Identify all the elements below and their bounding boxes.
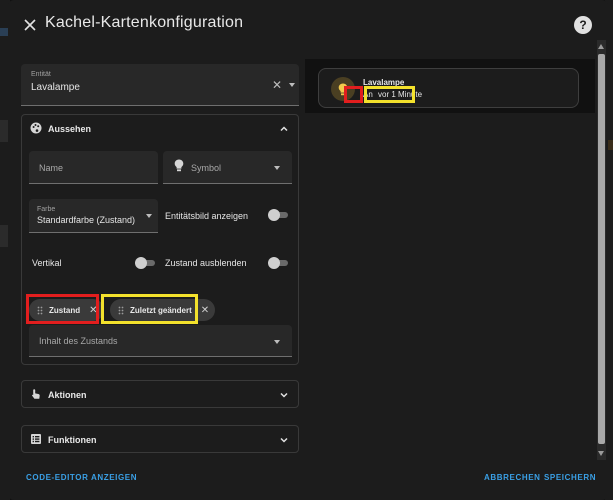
- name-field[interactable]: Name: [29, 151, 158, 184]
- appearance-panel-header[interactable]: Aussehen: [22, 115, 298, 143]
- list-box-icon: [31, 434, 41, 444]
- red-highlight-frame: [344, 86, 363, 103]
- appearance-panel: Aussehen Name Symbol Farbe Standardfarbe…: [21, 114, 299, 365]
- entity-value: Lavalampe: [31, 82, 80, 93]
- close-button[interactable]: [18, 13, 42, 37]
- scroll-up-arrow[interactable]: [598, 44, 604, 49]
- chevron-down-icon: [280, 437, 288, 443]
- scrollbar-thumb[interactable]: [598, 54, 605, 444]
- entity-label: Entität: [31, 71, 51, 78]
- palette-icon: [30, 122, 42, 134]
- entity-image-label: Entitätsbild anzeigen: [165, 211, 249, 221]
- chevron-up-icon: [280, 126, 288, 132]
- dropdown-arrow-icon: [274, 166, 280, 170]
- appearance-title: Aussehen: [48, 124, 92, 134]
- toggle-knob: [135, 257, 147, 269]
- features-panel-header[interactable]: Funktionen: [22, 426, 298, 454]
- yellow-highlight-frame: [364, 86, 415, 103]
- actions-title: Aktionen: [48, 390, 87, 400]
- yellow-highlight-frame: [101, 294, 198, 324]
- color-value: Standardfarbe (Zustand): [37, 215, 136, 225]
- vertical-toggle[interactable]: [135, 256, 157, 270]
- actions-panel: Aktionen: [21, 380, 299, 408]
- hide-state-toggle[interactable]: [268, 256, 290, 270]
- dialog-header: Kachel-Kartenkonfiguration ?: [8, 0, 608, 50]
- save-button[interactable]: SPEICHERN: [544, 473, 596, 482]
- dropdown-arrow-icon[interactable]: [289, 83, 295, 87]
- dropdown-arrow-icon: [274, 340, 280, 344]
- vertical-label: Vertikal: [32, 258, 62, 268]
- state-content-placeholder: Inhalt des Zustands: [39, 336, 118, 346]
- features-title: Funktionen: [48, 435, 97, 445]
- actions-panel-header[interactable]: Aktionen: [22, 381, 298, 409]
- entity-picker[interactable]: Entität Lavalampe ✕: [21, 64, 299, 106]
- clear-icon[interactable]: ✕: [272, 78, 282, 92]
- red-highlight-frame: [26, 294, 99, 324]
- scroll-down-arrow[interactable]: [598, 451, 604, 456]
- color-select[interactable]: Farbe Standardfarbe (Zustand): [29, 199, 158, 233]
- toggle-knob: [268, 257, 280, 269]
- symbol-field[interactable]: Symbol: [163, 151, 292, 184]
- features-panel: Funktionen: [21, 425, 299, 453]
- symbol-placeholder: Symbol: [191, 163, 222, 173]
- hide-state-label: Zustand ausblenden: [165, 258, 247, 268]
- cancel-button[interactable]: ABBRECHEN: [484, 473, 541, 482]
- chevron-down-icon: [280, 392, 288, 398]
- dropdown-arrow-icon: [146, 214, 152, 218]
- name-placeholder: Name: [39, 163, 64, 173]
- hand-pointer-icon: [32, 389, 40, 399]
- state-content-select[interactable]: Inhalt des Zustands: [29, 325, 292, 357]
- card-config-dialog: Kachel-Kartenkonfiguration ? Entität Lav…: [8, 0, 608, 500]
- dialog-scrollbar[interactable]: [597, 40, 606, 460]
- color-label: Farbe: [37, 206, 56, 213]
- entity-image-toggle[interactable]: [268, 208, 290, 222]
- remove-chip-icon[interactable]: ✕: [201, 305, 209, 316]
- help-icon[interactable]: ?: [574, 16, 592, 34]
- code-editor-button[interactable]: CODE-EDITOR ANZEIGEN: [26, 473, 137, 482]
- lightbulb-icon: [174, 159, 184, 172]
- dialog-title: Kachel-Kartenkonfiguration: [45, 14, 244, 31]
- toggle-knob: [268, 209, 280, 221]
- close-icon: [24, 19, 36, 31]
